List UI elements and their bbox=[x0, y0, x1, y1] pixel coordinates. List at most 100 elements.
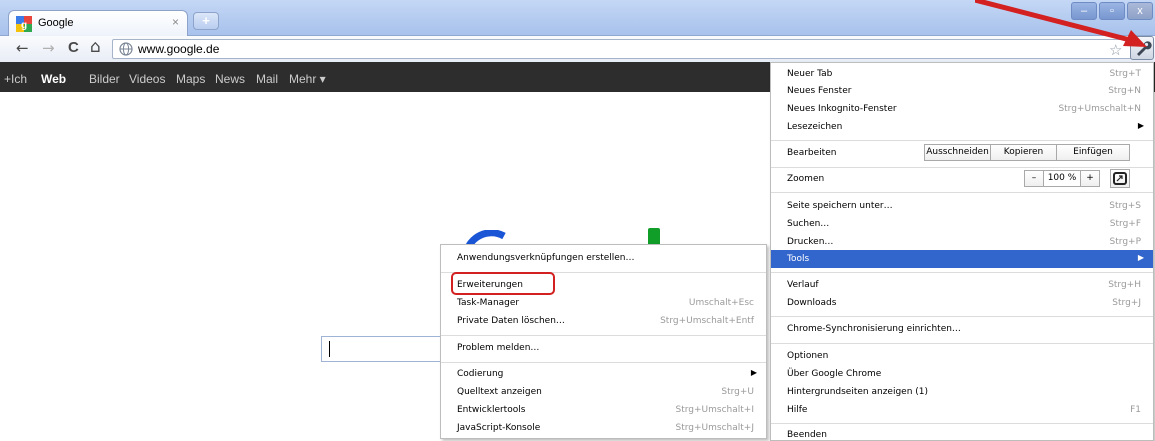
cut-button[interactable]: Ausschneiden bbox=[924, 144, 991, 161]
tab-title: Google bbox=[38, 17, 74, 29]
menu-item-report-issue[interactable]: Problem melden… bbox=[441, 339, 766, 357]
menu-item-label: Neues Fenster bbox=[787, 86, 852, 96]
gbar-ich[interactable]: +Ich bbox=[4, 72, 27, 86]
menu-item-label: Quelltext anzeigen bbox=[457, 387, 542, 397]
menu-item-shortcut: Strg+F bbox=[1109, 219, 1141, 229]
submenu-arrow-icon: ▶ bbox=[750, 368, 757, 377]
zoom-level: 100 % bbox=[1043, 170, 1081, 187]
home-icon[interactable]: ⌂ bbox=[90, 37, 101, 57]
menu-item-dev-tools[interactable]: Entwicklertools Strg+Umschalt+I bbox=[441, 401, 766, 419]
menu-item-label: Drucken… bbox=[787, 237, 834, 247]
menu-item-label: Chrome-Synchronisierung einrichten… bbox=[787, 324, 961, 334]
tab-google[interactable]: g Google × bbox=[8, 10, 188, 36]
menu-separator bbox=[771, 167, 1153, 168]
copy-button[interactable]: Kopieren bbox=[990, 144, 1057, 161]
menu-separator bbox=[771, 272, 1153, 273]
menu-item-options[interactable]: Optionen bbox=[771, 347, 1153, 365]
gbar-mail[interactable]: Mail bbox=[256, 72, 278, 86]
fullscreen-button[interactable] bbox=[1110, 169, 1130, 188]
menu-item-shortcut: Strg+U bbox=[721, 387, 754, 397]
forward-arrow-icon[interactable]: → bbox=[42, 39, 55, 57]
menu-item-bookmarks[interactable]: Lesezeichen ▶ bbox=[771, 118, 1153, 136]
menu-item-history[interactable]: Verlauf Strg+H bbox=[771, 276, 1153, 294]
search-input[interactable] bbox=[321, 336, 451, 362]
menu-item-label: Bearbeiten bbox=[787, 148, 837, 158]
globe-icon bbox=[119, 42, 133, 56]
menu-item-create-shortcuts[interactable]: Anwendungsverknüpfungen erstellen… bbox=[441, 249, 766, 267]
menu-item-task-manager[interactable]: Task-Manager Umschalt+Esc bbox=[441, 294, 766, 312]
menu-item-view-source[interactable]: Quelltext anzeigen Strg+U bbox=[441, 383, 766, 401]
gbar-bilder[interactable]: Bilder bbox=[89, 72, 120, 86]
submenu-arrow-icon: ▶ bbox=[1137, 121, 1144, 130]
menu-item-label: Tools bbox=[787, 254, 810, 264]
text-caret bbox=[329, 341, 330, 357]
menu-item-label: Optionen bbox=[787, 351, 829, 361]
submenu-arrow-icon: ▶ bbox=[1137, 253, 1144, 262]
menu-item-help[interactable]: Hilfe F1 bbox=[771, 401, 1153, 419]
menu-item-encoding[interactable]: Codierung ▶ bbox=[441, 365, 766, 383]
menu-item-label: Über Google Chrome bbox=[787, 369, 882, 379]
menu-item-sync[interactable]: Chrome-Synchronisierung einrichten… bbox=[771, 320, 1153, 338]
menu-item-label: Beenden bbox=[787, 430, 827, 440]
svg-text:g: g bbox=[21, 20, 27, 31]
menu-item-about[interactable]: Über Google Chrome bbox=[771, 365, 1153, 383]
gbar-maps[interactable]: Maps bbox=[176, 72, 205, 86]
gbar-mehr[interactable]: Mehr ▾ bbox=[289, 72, 326, 86]
menu-item-background-pages[interactable]: Hintergrundseiten anzeigen (1) bbox=[771, 383, 1153, 401]
menu-separator bbox=[771, 316, 1153, 317]
menu-separator bbox=[441, 335, 766, 336]
browser-window: g Google × + – ▫ x ← → C ⌂ www.google.de… bbox=[0, 0, 1155, 441]
menu-item-js-console[interactable]: JavaScript-Konsole Strg+Umschalt+J bbox=[441, 419, 766, 437]
menu-item-print[interactable]: Drucken… Strg+P bbox=[771, 233, 1153, 251]
menu-item-shortcut: Strg+N bbox=[1108, 86, 1141, 96]
menu-item-shortcut: Strg+J bbox=[1112, 298, 1141, 308]
paste-button[interactable]: Einfügen bbox=[1056, 144, 1130, 161]
menu-item-label: Neuer Tab bbox=[787, 69, 833, 79]
menu-separator bbox=[771, 192, 1153, 193]
menu-item-new-window[interactable]: Neues Fenster Strg+N bbox=[771, 82, 1153, 100]
menu-item-shortcut: Strg+Umschalt+N bbox=[1058, 104, 1141, 114]
wrench-menu: Neuer Tab Strg+T Neues Fenster Strg+N Ne… bbox=[770, 62, 1154, 441]
url-text: www.google.de bbox=[138, 42, 220, 56]
menu-item-tools[interactable]: Tools ▶ bbox=[771, 250, 1153, 268]
menu-item-shortcut: Strg+P bbox=[1109, 237, 1141, 247]
menu-item-label: Zoomen bbox=[787, 174, 825, 184]
menu-item-label: Task-Manager bbox=[457, 298, 520, 308]
menu-item-label: JavaScript-Konsole bbox=[457, 423, 541, 433]
menu-separator bbox=[771, 423, 1153, 424]
menu-separator bbox=[441, 362, 766, 363]
tab-close-icon[interactable]: × bbox=[172, 15, 179, 29]
menu-item-new-tab[interactable]: Neuer Tab Strg+T bbox=[771, 65, 1153, 83]
menu-item-shortcut: Strg+H bbox=[1108, 280, 1141, 290]
menu-item-label: Entwicklertools bbox=[457, 405, 526, 415]
menu-item-label: Seite speichern unter… bbox=[787, 201, 893, 211]
reload-icon[interactable]: C bbox=[68, 39, 79, 56]
gbar-videos[interactable]: Videos bbox=[129, 72, 165, 86]
menu-separator bbox=[771, 140, 1153, 141]
menu-item-shortcut: Strg+T bbox=[1109, 69, 1141, 79]
annotation-highlight-box bbox=[451, 272, 555, 295]
new-tab-button[interactable]: + bbox=[193, 12, 219, 30]
zoom-in-button[interactable]: + bbox=[1080, 170, 1100, 187]
menu-item-label: Suchen… bbox=[787, 219, 830, 229]
menu-item-shortcut: Strg+Umschalt+J bbox=[675, 423, 754, 433]
menu-item-incognito[interactable]: Neues Inkognito-Fenster Strg+Umschalt+N bbox=[771, 100, 1153, 118]
menu-item-label: Verlauf bbox=[787, 280, 819, 290]
menu-item-label: Private Daten löschen… bbox=[457, 316, 565, 326]
gbar-web[interactable]: Web bbox=[41, 72, 66, 86]
menu-item-shortcut: Strg+Umschalt+I bbox=[675, 405, 754, 415]
menu-item-find[interactable]: Suchen… Strg+F bbox=[771, 215, 1153, 233]
gbar-news[interactable]: News bbox=[215, 72, 245, 86]
menu-item-label: Neues Inkognito-Fenster bbox=[787, 104, 897, 114]
menu-item-label: Hintergrundseiten anzeigen (1) bbox=[787, 387, 929, 397]
menu-item-downloads[interactable]: Downloads Strg+J bbox=[771, 294, 1153, 312]
zoom-out-button[interactable]: – bbox=[1024, 170, 1044, 187]
menu-item-shortcut: Strg+S bbox=[1109, 201, 1141, 211]
menu-item-clear-data[interactable]: Private Daten löschen… Strg+Umschalt+Ent… bbox=[441, 312, 766, 330]
menu-item-save-page[interactable]: Seite speichern unter… Strg+S bbox=[771, 197, 1153, 215]
menu-item-exit[interactable]: Beenden bbox=[771, 426, 1153, 441]
menu-item-shortcut: Umschalt+Esc bbox=[688, 298, 754, 308]
back-arrow-icon[interactable]: ← bbox=[16, 39, 29, 57]
menu-item-label: Lesezeichen bbox=[787, 122, 843, 132]
fullscreen-icon bbox=[1113, 172, 1127, 185]
